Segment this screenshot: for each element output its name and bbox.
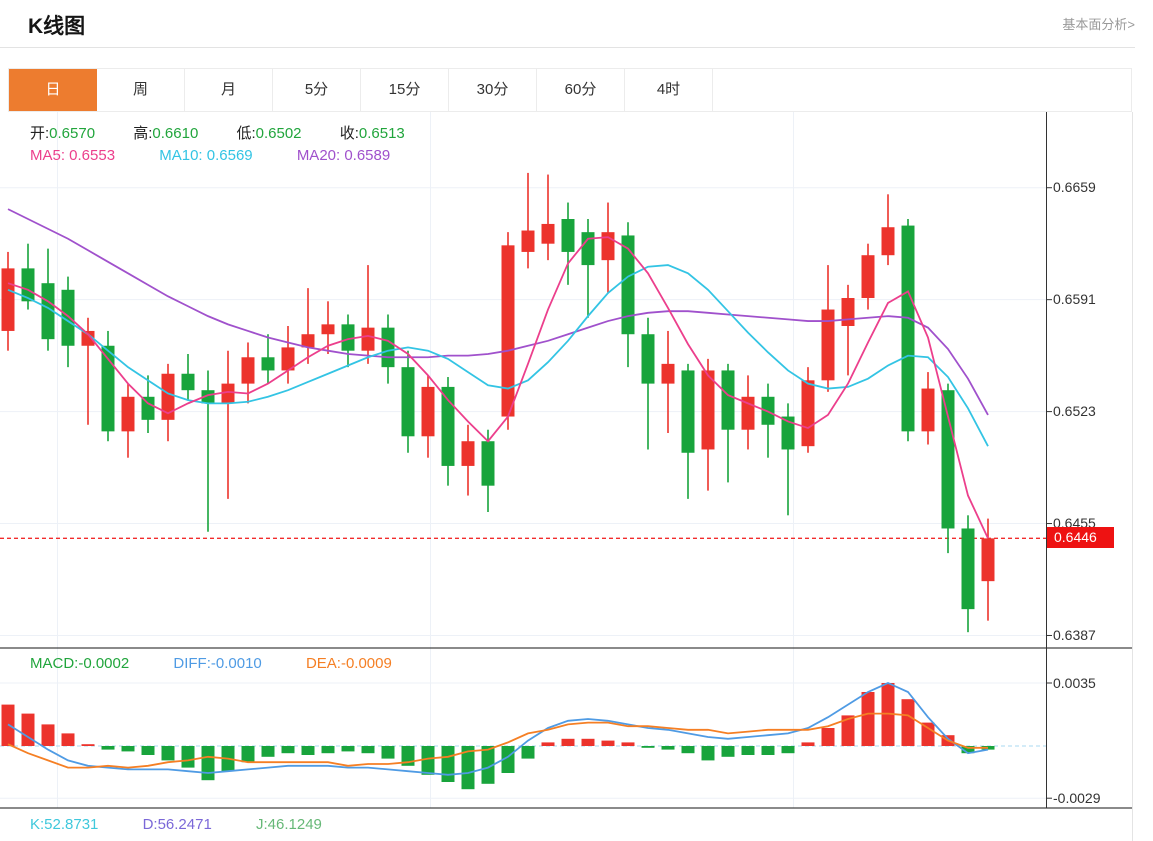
macd-axis-label: 0.0035 [1053,675,1096,691]
macd-value: MACD:-0.0002 [30,655,130,672]
macd-legend: MACD:-0.0002 DIFF:-0.0010 DEA:-0.0009 [30,655,392,672]
ohlc-legend: 开:0.6570 高:0.6610 低:0.6502 收:0.6513 [30,122,439,143]
page-title: K线图 [28,15,86,38]
kdj-legend: K:52.8731 D:56.2471 J:46.1249 [30,816,322,833]
high-value: 0.6610 [152,125,199,142]
ma10-legend: MA10: 0.6569 [159,147,253,164]
header-divider [0,47,1135,48]
y-axis-label: 0.6387 [1053,627,1096,643]
open-label: 开: [30,125,50,142]
tab-month[interactable]: 月 [185,69,273,111]
ma-legend: MA5: 0.6553 MA10: 0.6569 MA20: 0.6589 [30,147,390,164]
open-value: 0.6570 [49,125,96,142]
chart-right-border [1132,112,1133,841]
y-axis-label: 0.6591 [1053,291,1096,307]
low-value: 0.6502 [255,125,302,142]
y-axis-label: 0.6659 [1053,179,1096,195]
kline-app: K线图 基本面分析> 日 周 月 5分 15分 30分 60分 4时 开:0.6… [0,0,1153,841]
close-label: 收: [339,125,359,142]
tab-30min[interactable]: 30分 [449,69,537,111]
tab-week[interactable]: 周 [97,69,185,111]
y-axis-label: 0.6523 [1053,403,1096,419]
kdj-j-value: J:46.1249 [255,816,322,833]
tab-60min[interactable]: 60分 [537,69,625,111]
macd-axis-label: -0.0029 [1053,790,1101,806]
tab-5min[interactable]: 5分 [273,69,361,111]
tab-day[interactable]: 日 [9,69,97,111]
ma5-legend: MA5: 0.6553 [30,147,116,164]
ma20-legend: MA20: 0.6589 [296,147,391,164]
close-value: 0.6513 [358,125,405,142]
kdj-k-value: K:52.8731 [30,816,99,833]
high-label: 高: [133,125,153,142]
kdj-d-value: D:56.2471 [142,816,212,833]
tab-4hour[interactable]: 4时 [625,69,713,111]
fundamental-analysis-link[interactable]: 基本面分析> [1062,14,1135,33]
tab-15min[interactable]: 15分 [361,69,449,111]
kline-chart-canvas[interactable] [0,112,1153,841]
low-label: 低: [236,125,256,142]
current-price-badge: 0.6446 [1047,527,1114,548]
dea-value: DEA:-0.0009 [305,655,392,672]
period-tab-bar: 日 周 月 5分 15分 30分 60分 4时 [8,68,1132,112]
diff-value: DIFF:-0.0010 [173,655,262,672]
